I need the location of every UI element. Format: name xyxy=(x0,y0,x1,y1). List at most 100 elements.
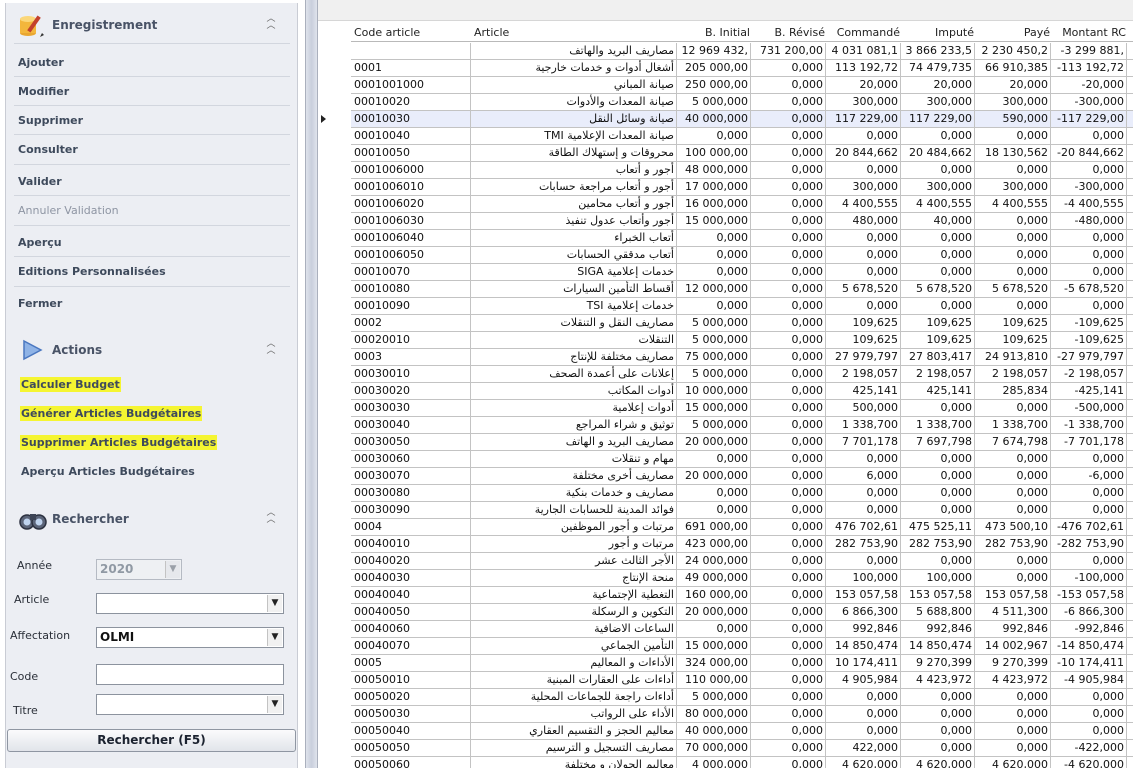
action-calculer-budget[interactable]: Calculer Budget xyxy=(20,377,121,392)
table-row[interactable]: 00040070 التأمين الجماعي 15 000,000 0,000 14… xyxy=(351,638,1133,655)
table-cell: -300,000 xyxy=(1051,94,1127,110)
group-header-enregistrement[interactable]: Enregistrement ︿ ︿ xyxy=(6,5,297,43)
menu-modifier[interactable]: Modifier xyxy=(18,85,69,98)
collapse-chevron-icon[interactable]: ︿ ︿ xyxy=(264,340,278,356)
menu-editions-personnalisees[interactable]: Editions Personnalisées xyxy=(18,265,166,278)
column-header[interactable]: Payé xyxy=(978,24,1050,42)
affectation-select[interactable]: OLMI ▼ xyxy=(96,627,284,648)
table-row[interactable]: 0001001000 صيانة المباني 250 000,00 0,000 20… xyxy=(351,77,1133,94)
table-row[interactable]: 00010090 خدمات إعلامية TSI 0,000 0,000 0,000… xyxy=(351,298,1133,315)
table-row[interactable]: 00010050 محروقات و إستهلاك الطاقة 100 000,… xyxy=(351,145,1133,162)
article-select[interactable]: ▼ xyxy=(96,593,284,614)
table-row[interactable]: 00050010 أداءات على العقارات المبنية 110 0… xyxy=(351,672,1133,689)
table-row[interactable]: 0001006010 أجور و أتعاب مراجعة حسابات 17 0… xyxy=(351,179,1133,196)
table-row[interactable]: 00010040 صيانة المعدات الإعلامية TMI 0,000… xyxy=(351,128,1133,145)
menu-annuler-validation[interactable]: Annuler Validation xyxy=(18,204,119,217)
table-row[interactable]: 00040030 منحة الإنتاج 49 000,000 0,000 100,0… xyxy=(351,570,1133,587)
table-row[interactable]: 00050020 أداءات راجعة للجماعات المحلية 5 0… xyxy=(351,689,1133,706)
table-row[interactable]: 0001006030 أجور وأتعاب عدول تنفيذ 15 000,0… xyxy=(351,213,1133,230)
table-row[interactable]: 00050040 معاليم الحجز و التقسيم العقاري 40… xyxy=(351,723,1133,740)
table-row[interactable]: 00030070 مصاريف أخرى مختلفة 20 000,000 0,00… xyxy=(351,468,1133,485)
column-header[interactable]: Code article xyxy=(354,24,470,42)
column-header[interactable]: Imputé xyxy=(904,24,974,42)
table-row[interactable]: 00030020 أدوات المكاتب 10 000,000 0,000 425,… xyxy=(351,383,1133,400)
rechercher-button[interactable]: Rechercher (F5) xyxy=(7,729,296,752)
table-row[interactable]: 00030030 أدوات إعلامية 15 000,000 0,000 500,… xyxy=(351,400,1133,417)
table-row[interactable]: 0002 مصاريف النقل و التنقلات 5 000,000 0,00… xyxy=(351,315,1133,332)
annee-select[interactable]: 2020 ▼ xyxy=(96,559,182,580)
menu-consulter[interactable]: Consulter xyxy=(18,143,78,156)
action-supprimer-articles-budgetaires[interactable]: Supprimer Articles Budgétaires xyxy=(20,435,218,450)
dropdown-arrow-icon[interactable]: ▼ xyxy=(165,561,180,578)
table-row[interactable]: مصاريف البريد والهاتف 12 969 432, 731 200,… xyxy=(351,43,1133,60)
menu-ajouter[interactable]: Ajouter xyxy=(18,56,64,69)
column-header[interactable]: B. Révisé xyxy=(754,24,825,42)
column-header[interactable]: B. Initial xyxy=(680,24,750,42)
table-row[interactable]: 00030050 مصاريف البريد و الهاتف 20 000,000… xyxy=(351,434,1133,451)
table-cell: 14 850,474 xyxy=(901,638,975,654)
table-row[interactable]: 0005 الأداءات و المعاليم 324 000,00 0,000 10… xyxy=(351,655,1133,672)
table-cell: 0,000 xyxy=(1051,298,1127,314)
table-row[interactable]: 0001006020 أجور و أتعاب محامين 16 000,000 0… xyxy=(351,196,1133,213)
column-header[interactable]: Article xyxy=(474,24,676,42)
splitter[interactable] xyxy=(305,0,318,768)
table-cell: 300,000 xyxy=(975,94,1051,110)
table-cell: 475 525,11 xyxy=(901,519,975,535)
table-row[interactable]: 00040010 مرتبات و أجور 423 000,00 0,000 282 … xyxy=(351,536,1133,553)
group-header-rechercher[interactable]: Rechercher ︿ ︿ xyxy=(6,499,297,537)
table-row[interactable]: 0003 مصاريف مختلفة للإنتاج 75 000,000 0,000… xyxy=(351,349,1133,366)
table-row[interactable]: 0004 مرتبات و أجور الموظفين 691 000,00 0,00… xyxy=(351,519,1133,536)
table-row[interactable]: 0001006040 أتعاب الخبراء 0,000 0,000 0,000 0,… xyxy=(351,230,1133,247)
table-cell: 0,000 xyxy=(901,689,975,705)
table-row[interactable]: 00010080 أقساط التأمين السيارات 12 000,000… xyxy=(351,281,1133,298)
table-row[interactable]: 00030040 توثيق و شراء المراجع 5 000,000 0,0… xyxy=(351,417,1133,434)
table-cell: -109,625 xyxy=(1051,315,1127,331)
column-header[interactable]: Montant RC xyxy=(1054,24,1126,42)
table-row[interactable]: 00030060 مهام و تنقلات 0,000 0,000 0,000 0,00… xyxy=(351,451,1133,468)
collapse-chevron-icon[interactable]: ︿ ︿ xyxy=(264,15,278,31)
table-row[interactable]: 00050060 معاليم الجولان و مختلفة 4 000,000… xyxy=(351,757,1133,768)
table-cell: 12 000,000 xyxy=(677,281,751,297)
action-apercu-articles-budgetaires[interactable]: Aperçu Articles Budgétaires xyxy=(20,464,196,479)
table-row[interactable]: 00040020 الأجر الثالث عشر 24 000,000 0,000 0… xyxy=(351,553,1133,570)
table-row[interactable]: 00030090 فوائد المدينة للحسابات الجارية 0,… xyxy=(351,502,1133,519)
table-row[interactable]: 00040060 الساعات الاضافية 0,000 0,000 992,84… xyxy=(351,621,1133,638)
table-row[interactable]: 00050030 الأداء على الرواتب 80 000,000 0,00… xyxy=(351,706,1133,723)
table-row[interactable]: 0001006050 أتعاب مدققي الحسابات 0,000 0,000… xyxy=(351,247,1133,264)
action-generer-articles-budgetaires[interactable]: Générer Articles Budgétaires xyxy=(20,406,203,421)
code-input[interactable] xyxy=(96,664,284,685)
table-cell: صيانة المعدات الإعلامية TMI xyxy=(471,128,677,144)
table-cell: 27 803,417 xyxy=(901,349,975,365)
table-row[interactable]: 00040040 التغطية الإجتماعية 160 000,00 0,00… xyxy=(351,587,1133,604)
collapse-chevron-icon[interactable]: ︿ ︿ xyxy=(264,509,278,525)
table-row[interactable]: 00010020 صيانة المعدات والأدوات 5 000,000 0… xyxy=(351,94,1133,111)
dropdown-arrow-icon[interactable]: ▼ xyxy=(267,696,282,713)
table-row[interactable]: 00050050 مصاريف التسجيل و الترسيم 70 000,0… xyxy=(351,740,1133,757)
table-row[interactable]: 00010030 صيانة وسائل النقل 40 000,000 0,000… xyxy=(351,111,1133,128)
titre-select[interactable]: ▼ xyxy=(96,694,284,715)
table-cell: مهام و تنقلات xyxy=(471,451,677,467)
table-cell: 0,000 xyxy=(826,128,901,144)
column-header[interactable]: Commandé xyxy=(829,24,900,42)
table-row[interactable]: 00020010 التنقلات 5 000,000 0,000 109,625 109… xyxy=(351,332,1133,349)
table-row[interactable]: 00030010 إعلانات على أعمدة الصحف 5 000,000… xyxy=(351,366,1133,383)
table-cell: 00030050 xyxy=(351,434,471,450)
table-cell: 20,000 xyxy=(975,77,1051,93)
table-cell: منحة الإنتاج xyxy=(471,570,677,586)
table-cell: -20,000 xyxy=(1051,77,1127,93)
menu-valider[interactable]: Valider xyxy=(18,175,62,188)
group-header-actions[interactable]: Actions ︿ ︿ xyxy=(6,330,297,368)
menu-fermer[interactable]: Fermer xyxy=(18,297,62,310)
table-row[interactable]: 0001 أشغال أدوات و خدمات خارجية 205 000,00… xyxy=(351,60,1133,77)
dropdown-arrow-icon[interactable]: ▼ xyxy=(267,629,282,646)
table-row[interactable]: 00030080 مصاريف و خدمات بنكية 0,000 0,000 0,… xyxy=(351,485,1133,502)
menu-apercu[interactable]: Aperçu xyxy=(18,236,62,249)
table-row[interactable]: 00010070 خدمات إعلامية SIGA 0,000 0,000 0,00… xyxy=(351,264,1133,281)
menu-supprimer[interactable]: Supprimer xyxy=(18,114,83,127)
table-cell: 5 000,000 xyxy=(677,315,751,331)
table-row[interactable]: 00040050 التكوين و الرسكلة 20 000,000 0,000… xyxy=(351,604,1133,621)
dropdown-arrow-icon[interactable]: ▼ xyxy=(267,595,282,612)
table-cell: 4 905,984 xyxy=(826,672,901,688)
table-row[interactable]: 0001006000 أجور و أتعاب 48 000,000 0,000 0,0… xyxy=(351,162,1133,179)
current-row-arrow-icon xyxy=(321,115,326,123)
